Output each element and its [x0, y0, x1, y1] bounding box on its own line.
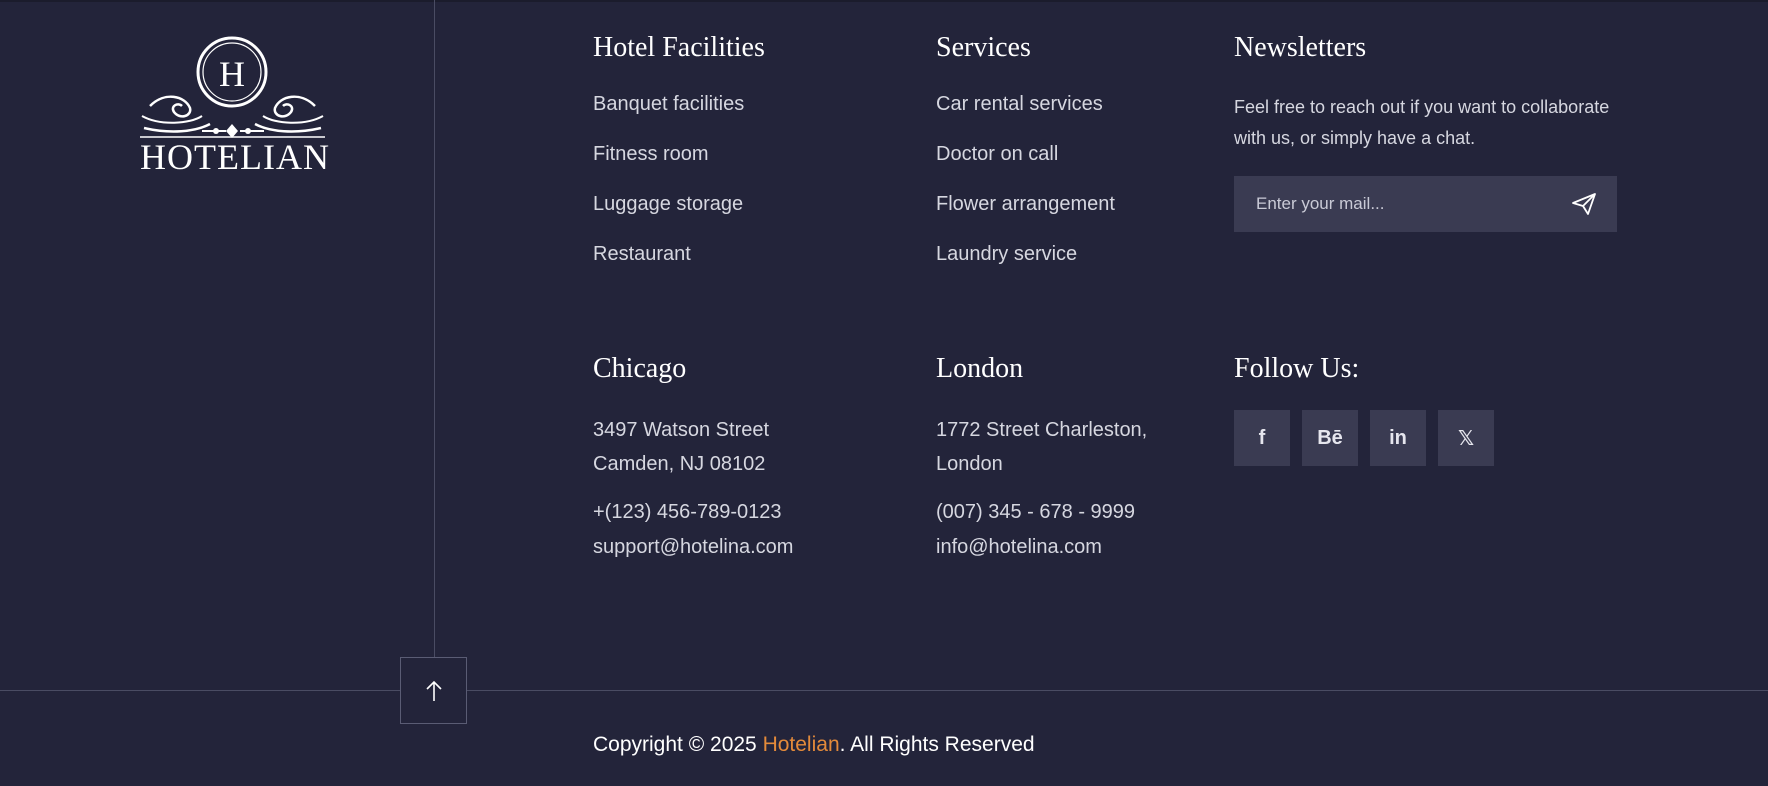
facilities-heading: Hotel Facilities	[593, 32, 765, 63]
x-icon[interactable]: 𝕏	[1438, 410, 1494, 466]
chicago-contact: +(123) 456-789-0123 support@hotelina.com	[593, 495, 793, 565]
linkedin-icon[interactable]: in	[1370, 410, 1426, 466]
bottom-divider	[0, 690, 1768, 691]
paper-plane-icon[interactable]	[1571, 192, 1597, 216]
logo-monogram: H	[219, 54, 245, 94]
chicago-address-line1: 3497 Watson Street	[593, 419, 770, 441]
hotel-logo[interactable]: H HOTELIAN	[140, 36, 330, 177]
london-heading: London	[936, 353, 1024, 384]
facility-link-restaurant[interactable]: Restaurant	[593, 242, 765, 292]
facilities-section: Hotel Facilities Banquet facilities Fitn…	[593, 34, 765, 292]
top-divider	[0, 0, 1768, 2]
facebook-icon[interactable]: f	[1234, 410, 1290, 466]
scroll-to-top-button[interactable]	[400, 657, 467, 724]
behance-icon[interactable]: Bē	[1302, 410, 1358, 466]
newsletter-section: Newsletters Feel free to reach out if yo…	[1234, 34, 1617, 232]
london-address-line2: London	[936, 453, 1003, 475]
london-address: 1772 Street Charleston, London	[936, 413, 1147, 481]
copyright-text: Copyright © 2025 Hotelian. All Rights Re…	[593, 733, 1035, 757]
copyright-brand-link[interactable]: Hotelian	[763, 733, 840, 756]
service-link-laundry[interactable]: Laundry service	[936, 242, 1115, 292]
service-link-car-rental[interactable]: Car rental services	[936, 92, 1115, 142]
newsletter-form	[1234, 176, 1617, 232]
arrow-up-icon	[425, 680, 442, 701]
services-section: Services Car rental services Doctor on c…	[936, 34, 1115, 292]
chicago-heading: Chicago	[593, 353, 687, 384]
london-office: London 1772 Street Charleston, London (0…	[936, 355, 1147, 565]
facility-link-banquet[interactable]: Banquet facilities	[593, 92, 765, 142]
copyright-prefix: Copyright © 2025	[593, 733, 763, 756]
chicago-office: Chicago 3497 Watson Street Camden, NJ 08…	[593, 355, 793, 565]
chicago-address-line2: Camden, NJ 08102	[593, 453, 766, 475]
london-phone-link[interactable]: (007) 345 - 678 - 9999	[936, 495, 1147, 530]
newsletter-heading: Newsletters	[1234, 32, 1367, 63]
london-email-link[interactable]: info@hotelina.com	[936, 530, 1147, 565]
facility-link-fitness[interactable]: Fitness room	[593, 142, 765, 192]
copyright-suffix: . All Rights Reserved	[839, 733, 1035, 756]
service-link-doctor[interactable]: Doctor on call	[936, 142, 1115, 192]
chicago-address: 3497 Watson Street Camden, NJ 08102	[593, 413, 793, 481]
follow-heading: Follow Us:	[1234, 353, 1360, 384]
newsletter-description: Feel free to reach out if you want to co…	[1234, 97, 1610, 148]
london-contact: (007) 345 - 678 - 9999 info@hotelina.com	[936, 495, 1147, 565]
service-link-flower[interactable]: Flower arrangement	[936, 192, 1115, 242]
facility-link-luggage[interactable]: Luggage storage	[593, 192, 765, 242]
logo-wordmark: HOTELIAN	[140, 137, 330, 177]
facilities-list: Banquet facilities Fitness room Luggage …	[593, 92, 765, 292]
vertical-divider	[434, 0, 435, 657]
social-links: f Bē in 𝕏	[1234, 410, 1494, 466]
chicago-email-link[interactable]: support@hotelina.com	[593, 530, 793, 565]
chicago-phone-link[interactable]: +(123) 456-789-0123	[593, 495, 793, 530]
follow-section: Follow Us: f Bē in 𝕏	[1234, 355, 1494, 466]
newsletter-email-input[interactable]	[1234, 176, 1556, 232]
services-list: Car rental services Doctor on call Flowe…	[936, 92, 1115, 292]
london-address-line1: 1772 Street Charleston,	[936, 419, 1148, 441]
logo-emblem-icon: H	[140, 36, 325, 138]
services-heading: Services	[936, 32, 1031, 63]
